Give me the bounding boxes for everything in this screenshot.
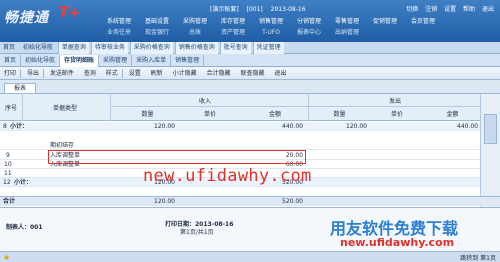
status-bar: ★ 跳转到 第1页 [0, 251, 500, 262]
nav-tab-batch[interactable]: 批号查询 [219, 42, 251, 54]
total-row: 合计 120.00 520.00 [0, 196, 500, 206]
menu-cashier[interactable]: 出纳管理 [328, 27, 366, 36]
doc-tab-init[interactable]: 初始化导航 [21, 55, 61, 67]
header-out-group: 发出 [388, 98, 401, 105]
refresh-button[interactable]: 刷新 [147, 67, 167, 80]
menu-system[interactable]: 系统管理 [100, 16, 138, 25]
logout-button[interactable]: 注销 [425, 6, 437, 13]
hide-subtotal-button[interactable]: 小计隐藏 [169, 67, 201, 80]
hide-total-button[interactable]: 合计隐藏 [203, 67, 235, 80]
toolbar-divider [20, 69, 22, 78]
watermark-url: new.ufidawhy.com [143, 166, 312, 186]
menu-basic[interactable]: 基础设置 [138, 16, 176, 25]
nav-tab-strip: 首页 初始化导航 单据查询 待审核业务 采购价格查询 销售价格查询 批号查询 凭… [0, 42, 500, 54]
switch-button[interactable]: 切换 [406, 6, 418, 13]
style-button[interactable]: 样式 [102, 67, 122, 80]
favorite-star-icon[interactable]: ★ [3, 253, 10, 262]
header-divider [22, 94, 23, 121]
nav-tab-doc-query[interactable]: 单据查询 [57, 42, 89, 54]
header-divider [110, 94, 111, 121]
menu-business[interactable]: 业务往来 [100, 27, 138, 36]
nav-tab-voucher[interactable]: 凭证管理 [252, 42, 284, 54]
main-menu: 系统管理 基础设置 采购管理 库存管理 销售管理 分销管理 零售管理 促销管理 会员管理 业务往… [100, 16, 460, 38]
table-row[interactable]: 8 小计： 120.00 440.00 120.00 440.00 [0, 122, 480, 131]
menu-reports[interactable]: 报表中心 [290, 27, 328, 36]
header-in-amount: 金额 [268, 111, 281, 118]
tplus-logo: 畅捷通 T+ [4, 5, 81, 26]
toolbar-divider [42, 69, 44, 78]
help-button[interactable]: 帮助 [463, 6, 475, 13]
query-button[interactable]: 查询 [80, 67, 100, 80]
menu-retail[interactable]: 零售管理 [328, 16, 366, 25]
top-tools: 切换 注销 设置 帮助 退出 [401, 4, 494, 13]
doc-tab-home[interactable]: 首页 [0, 55, 22, 67]
menu-tufo[interactable]: T-UFO [252, 29, 290, 36]
menu-sales[interactable]: 销售管理 [252, 16, 290, 25]
header-divider [110, 106, 480, 107]
header-divider [308, 94, 309, 121]
document-tab-strip: 首页 初始化导航 存货明细账 采购管理 采购入库单 销售管理 [0, 54, 500, 67]
toolbar-divider [121, 69, 123, 78]
nav-tab-home[interactable]: 首页 [0, 42, 18, 54]
maker-label: 制表人：001 [6, 224, 43, 231]
report-toolbar: 打印 导出 发送邮件 查询 样式 设置 刷新 小计隐藏 合计隐藏 联查隐藏 退出 [0, 67, 500, 80]
settings-button[interactable]: 设置 [444, 6, 456, 13]
menu-assets[interactable]: 资产管理 [214, 27, 252, 36]
print-button[interactable]: 打印 [0, 67, 20, 80]
header-out-amount: 金额 [446, 111, 459, 118]
menu-member[interactable]: 会员管理 [404, 16, 442, 25]
report-tab[interactable]: 报表 [4, 83, 36, 93]
account-status: [演示账套] [001] 2013-08-16 [210, 6, 306, 13]
page-indicator: 第1页/共1页 [180, 229, 214, 236]
header-in-qty: 数量 [141, 111, 154, 118]
nav-tab-sales-price[interactable]: 销售价格查询 [174, 42, 218, 54]
header-out-qty: 数量 [333, 111, 346, 118]
menu-distribution[interactable]: 分销管理 [290, 16, 328, 25]
doc-tab-inventory-ledger[interactable]: 存货明细账 [60, 55, 100, 67]
header-doc-type: 单据类型 [52, 105, 77, 112]
header-in-group: 收入 [198, 98, 211, 105]
email-button[interactable]: 发送邮件 [46, 67, 78, 80]
menu-cashbank[interactable]: 现金银行 [138, 27, 176, 36]
nav-tab-purchase-price[interactable]: 采购价格查询 [129, 42, 173, 54]
nav-tab-pending[interactable]: 待审核业务 [90, 42, 128, 54]
highlight-box [48, 150, 306, 164]
header-out-price: 单价 [390, 111, 403, 118]
menu-inventory[interactable]: 库存管理 [214, 16, 252, 25]
grid-header: 序号 单据类型 收入 发出 数量 单价 金额 数量 单价 金额 [0, 94, 480, 121]
top-banner: 畅捷通 T+ [演示账套] [001] 2013-08-16 切换 注销 设置 … [0, 0, 500, 42]
vertical-scrollbar[interactable] [480, 94, 500, 207]
hide-linked-button[interactable]: 联查隐藏 [236, 67, 268, 80]
exit-button[interactable]: 退出 [482, 6, 494, 13]
doc-tab-purchase-receipt[interactable]: 采购入库单 [132, 55, 172, 67]
setup-button[interactable]: 设置 [125, 67, 145, 80]
page-jump[interactable]: 跳转到 第1页 [460, 253, 496, 262]
header-in-price: 单价 [203, 111, 216, 118]
doc-tab-sales[interactable]: 销售管理 [171, 55, 205, 67]
quit-button[interactable]: 退出 [270, 67, 290, 80]
table-row[interactable]: 期初结存 [0, 141, 480, 150]
menu-purchase[interactable]: 采购管理 [176, 16, 214, 25]
header-seq: 序号 [4, 105, 17, 112]
doc-tab-purchase[interactable]: 采购管理 [99, 55, 133, 67]
corner-url: new.ufidawhy.com [340, 236, 455, 249]
menu-ledger[interactable]: 总账 [176, 27, 214, 36]
scrollbar-thumb[interactable] [484, 114, 497, 144]
export-button[interactable]: 导出 [23, 67, 43, 80]
nav-tab-init[interactable]: 初始化导航 [20, 42, 56, 54]
menu-promo[interactable]: 促销管理 [366, 16, 404, 25]
